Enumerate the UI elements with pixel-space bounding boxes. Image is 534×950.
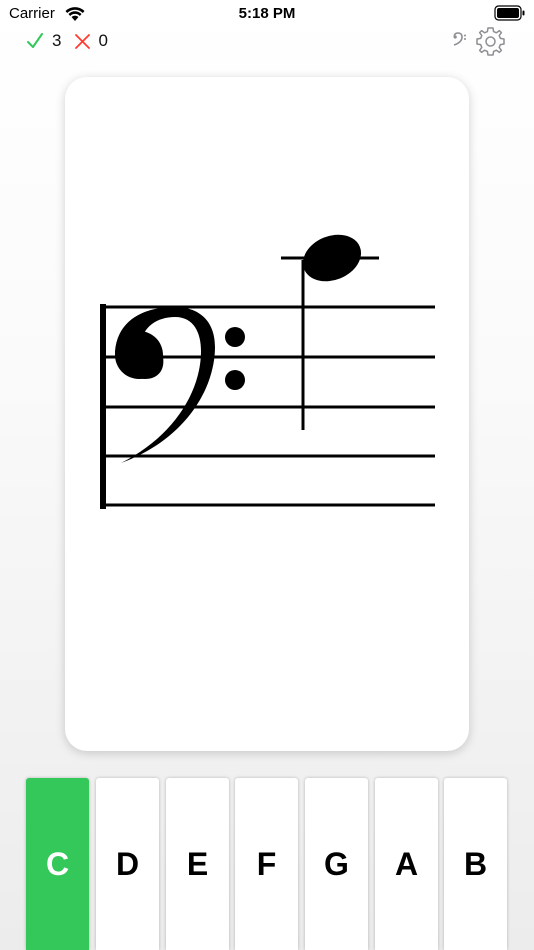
gear-icon[interactable] (474, 25, 507, 58)
note-head (302, 234, 362, 282)
bass-clef-icon[interactable] (452, 30, 468, 52)
x-icon (75, 33, 91, 49)
key-d[interactable]: D (96, 778, 159, 950)
checkmark-icon (27, 33, 43, 48)
note-card (65, 77, 469, 751)
key-g[interactable]: G (305, 778, 368, 950)
music-staff (100, 234, 435, 509)
key-f[interactable]: F (235, 778, 298, 950)
bass-clef (115, 307, 245, 463)
correct-count: 3 (52, 31, 62, 50)
status-bar: Carrier 5:18 PM (0, 0, 534, 28)
key-c[interactable]: C (26, 778, 89, 950)
staff-bar (100, 304, 106, 509)
battery-icon (494, 5, 525, 21)
answer-keys: C D E F G A B (26, 778, 509, 950)
key-e[interactable]: E (166, 778, 229, 950)
status-time: 5:18 PM (238, 5, 296, 22)
incorrect-count: 0 (98, 31, 108, 50)
score-counter: 3 0 (26, 30, 108, 52)
key-a[interactable]: A (375, 778, 438, 950)
key-b[interactable]: B (444, 778, 507, 950)
